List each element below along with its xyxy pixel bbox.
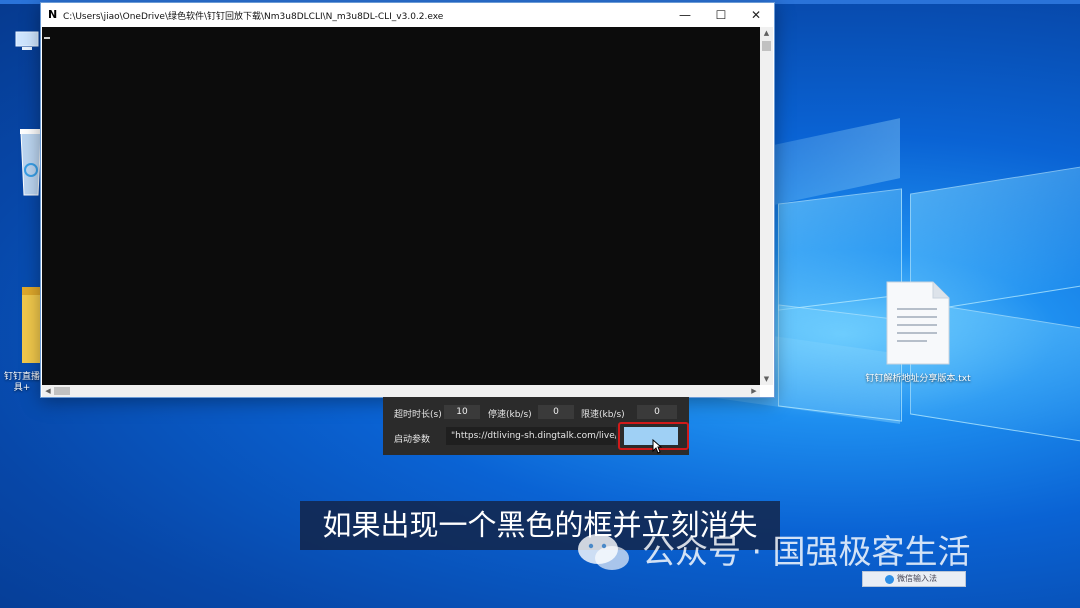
- timeout-label: 超时时长(s): [394, 410, 442, 420]
- ime-toolbar[interactable]: 微信输入法: [862, 571, 966, 587]
- close-icon[interactable]: ✕: [738, 3, 774, 27]
- console-window[interactable]: N C:\Users\jiao\OneDrive\绿色软件\钉钉回放下载\Nm3…: [40, 2, 775, 398]
- scroll-thumb[interactable]: [762, 41, 771, 51]
- scroll-right-icon[interactable]: ▶: [748, 385, 760, 397]
- limit-speed-input[interactable]: 0: [637, 405, 677, 419]
- title-bar[interactable]: N C:\Users\jiao\OneDrive\绿色软件\钉钉回放下载\Nm3…: [41, 3, 774, 27]
- vertical-scrollbar[interactable]: ▲ ▼: [760, 27, 773, 385]
- startup-args-input[interactable]: "https://dtliving-sh.dingtalk.com/live/c: [446, 427, 616, 445]
- scroll-thumb[interactable]: [54, 387, 70, 395]
- horizontal-scrollbar[interactable]: ◀ ▶: [42, 385, 760, 397]
- ime-logo-icon: [885, 575, 894, 584]
- minimize-icon[interactable]: —: [667, 3, 703, 27]
- network-icon[interactable]: [14, 30, 42, 56]
- stop-speed-label: 停速(kb/s): [488, 410, 532, 420]
- wechat-logo-icon: [576, 532, 632, 576]
- ime-label: 微信输入法: [897, 574, 937, 583]
- watermark-text: 公众号 · 国强极客生活: [642, 532, 971, 571]
- scroll-up-icon[interactable]: ▲: [760, 27, 773, 39]
- text-file-label: 钉钉解析地址分享版本.txt: [865, 374, 971, 384]
- text-file-icon[interactable]: [885, 280, 951, 370]
- scroll-left-icon[interactable]: ◀: [42, 385, 54, 397]
- limit-speed-label: 限速(kb/s): [581, 410, 625, 420]
- stop-speed-input[interactable]: 0: [538, 405, 574, 419]
- startup-args-label: 启动参数: [394, 435, 431, 445]
- windows-logo-pane: [778, 304, 902, 422]
- maximize-icon[interactable]: ☐: [703, 3, 739, 27]
- timeout-input[interactable]: 10: [444, 405, 480, 419]
- folder-label: 钉钉直播 具+: [3, 372, 40, 393]
- scroll-down-icon[interactable]: ▼: [760, 373, 773, 385]
- console-output[interactable]: [42, 27, 760, 385]
- app-icon: N: [48, 8, 58, 21]
- windows-logo-pane: [778, 188, 902, 311]
- mouse-cursor-icon: [652, 438, 663, 458]
- window-title: C:\Users\jiao\OneDrive\绿色软件\钉钉回放下载\Nm3u8…: [63, 12, 444, 22]
- text-cursor: [44, 37, 50, 39]
